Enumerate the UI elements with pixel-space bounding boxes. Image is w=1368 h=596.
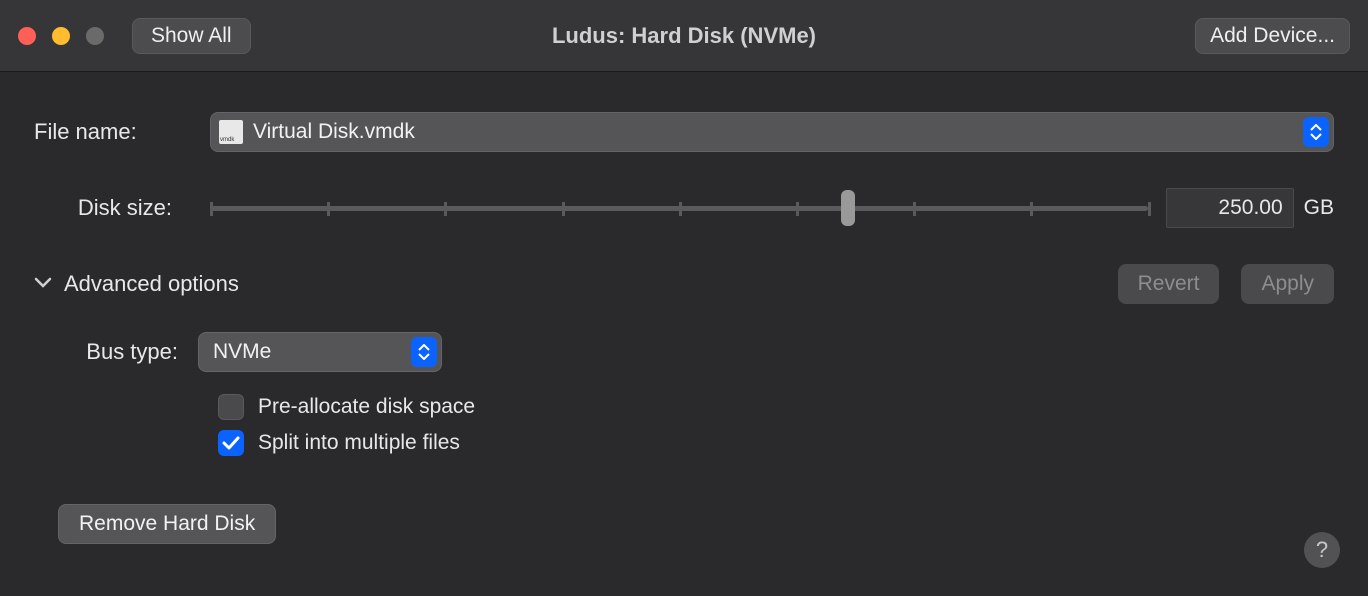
apply-button[interactable]: Apply (1241, 264, 1334, 304)
preallocate-checkbox[interactable] (218, 394, 244, 420)
split-files-label: Split into multiple files (258, 431, 460, 455)
disksize-input[interactable] (1166, 188, 1294, 228)
add-device-button[interactable]: Add Device... (1195, 18, 1350, 54)
disksize-slider[interactable] (210, 188, 1148, 228)
titlebar: Show All Ludus: Hard Disk (NVMe) Add Dev… (0, 0, 1368, 72)
filename-label: File name: (34, 119, 180, 145)
bustype-label: Bus type: (48, 339, 198, 365)
help-button[interactable]: ? (1304, 532, 1340, 568)
advanced-options-label[interactable]: Advanced options (64, 271, 239, 297)
preallocate-label: Pre-allocate disk space (258, 395, 475, 419)
window-title: Ludus: Hard Disk (NVMe) (552, 23, 816, 49)
minimize-window-button[interactable] (52, 27, 70, 45)
chevron-down-icon[interactable] (34, 275, 52, 293)
revert-button[interactable]: Revert (1118, 264, 1220, 304)
remove-hard-disk-button[interactable]: Remove Hard Disk (58, 504, 276, 544)
vmdk-file-icon (219, 120, 243, 144)
disksize-unit: GB (1304, 196, 1334, 220)
dropdown-stepper-icon (1303, 117, 1329, 147)
close-window-button[interactable] (18, 27, 36, 45)
show-all-button[interactable]: Show All (132, 18, 251, 54)
filename-value: Virtual Disk.vmdk (253, 120, 415, 144)
zoom-window-button[interactable] (86, 27, 104, 45)
dropdown-stepper-icon (411, 337, 437, 367)
bustype-value: NVMe (213, 340, 271, 364)
window-controls (18, 27, 104, 45)
slider-thumb[interactable] (841, 190, 855, 226)
bustype-dropdown[interactable]: NVMe (198, 332, 442, 372)
filename-dropdown[interactable]: Virtual Disk.vmdk (210, 112, 1334, 152)
disksize-label: Disk size: (34, 195, 180, 221)
split-files-checkbox[interactable] (218, 430, 244, 456)
